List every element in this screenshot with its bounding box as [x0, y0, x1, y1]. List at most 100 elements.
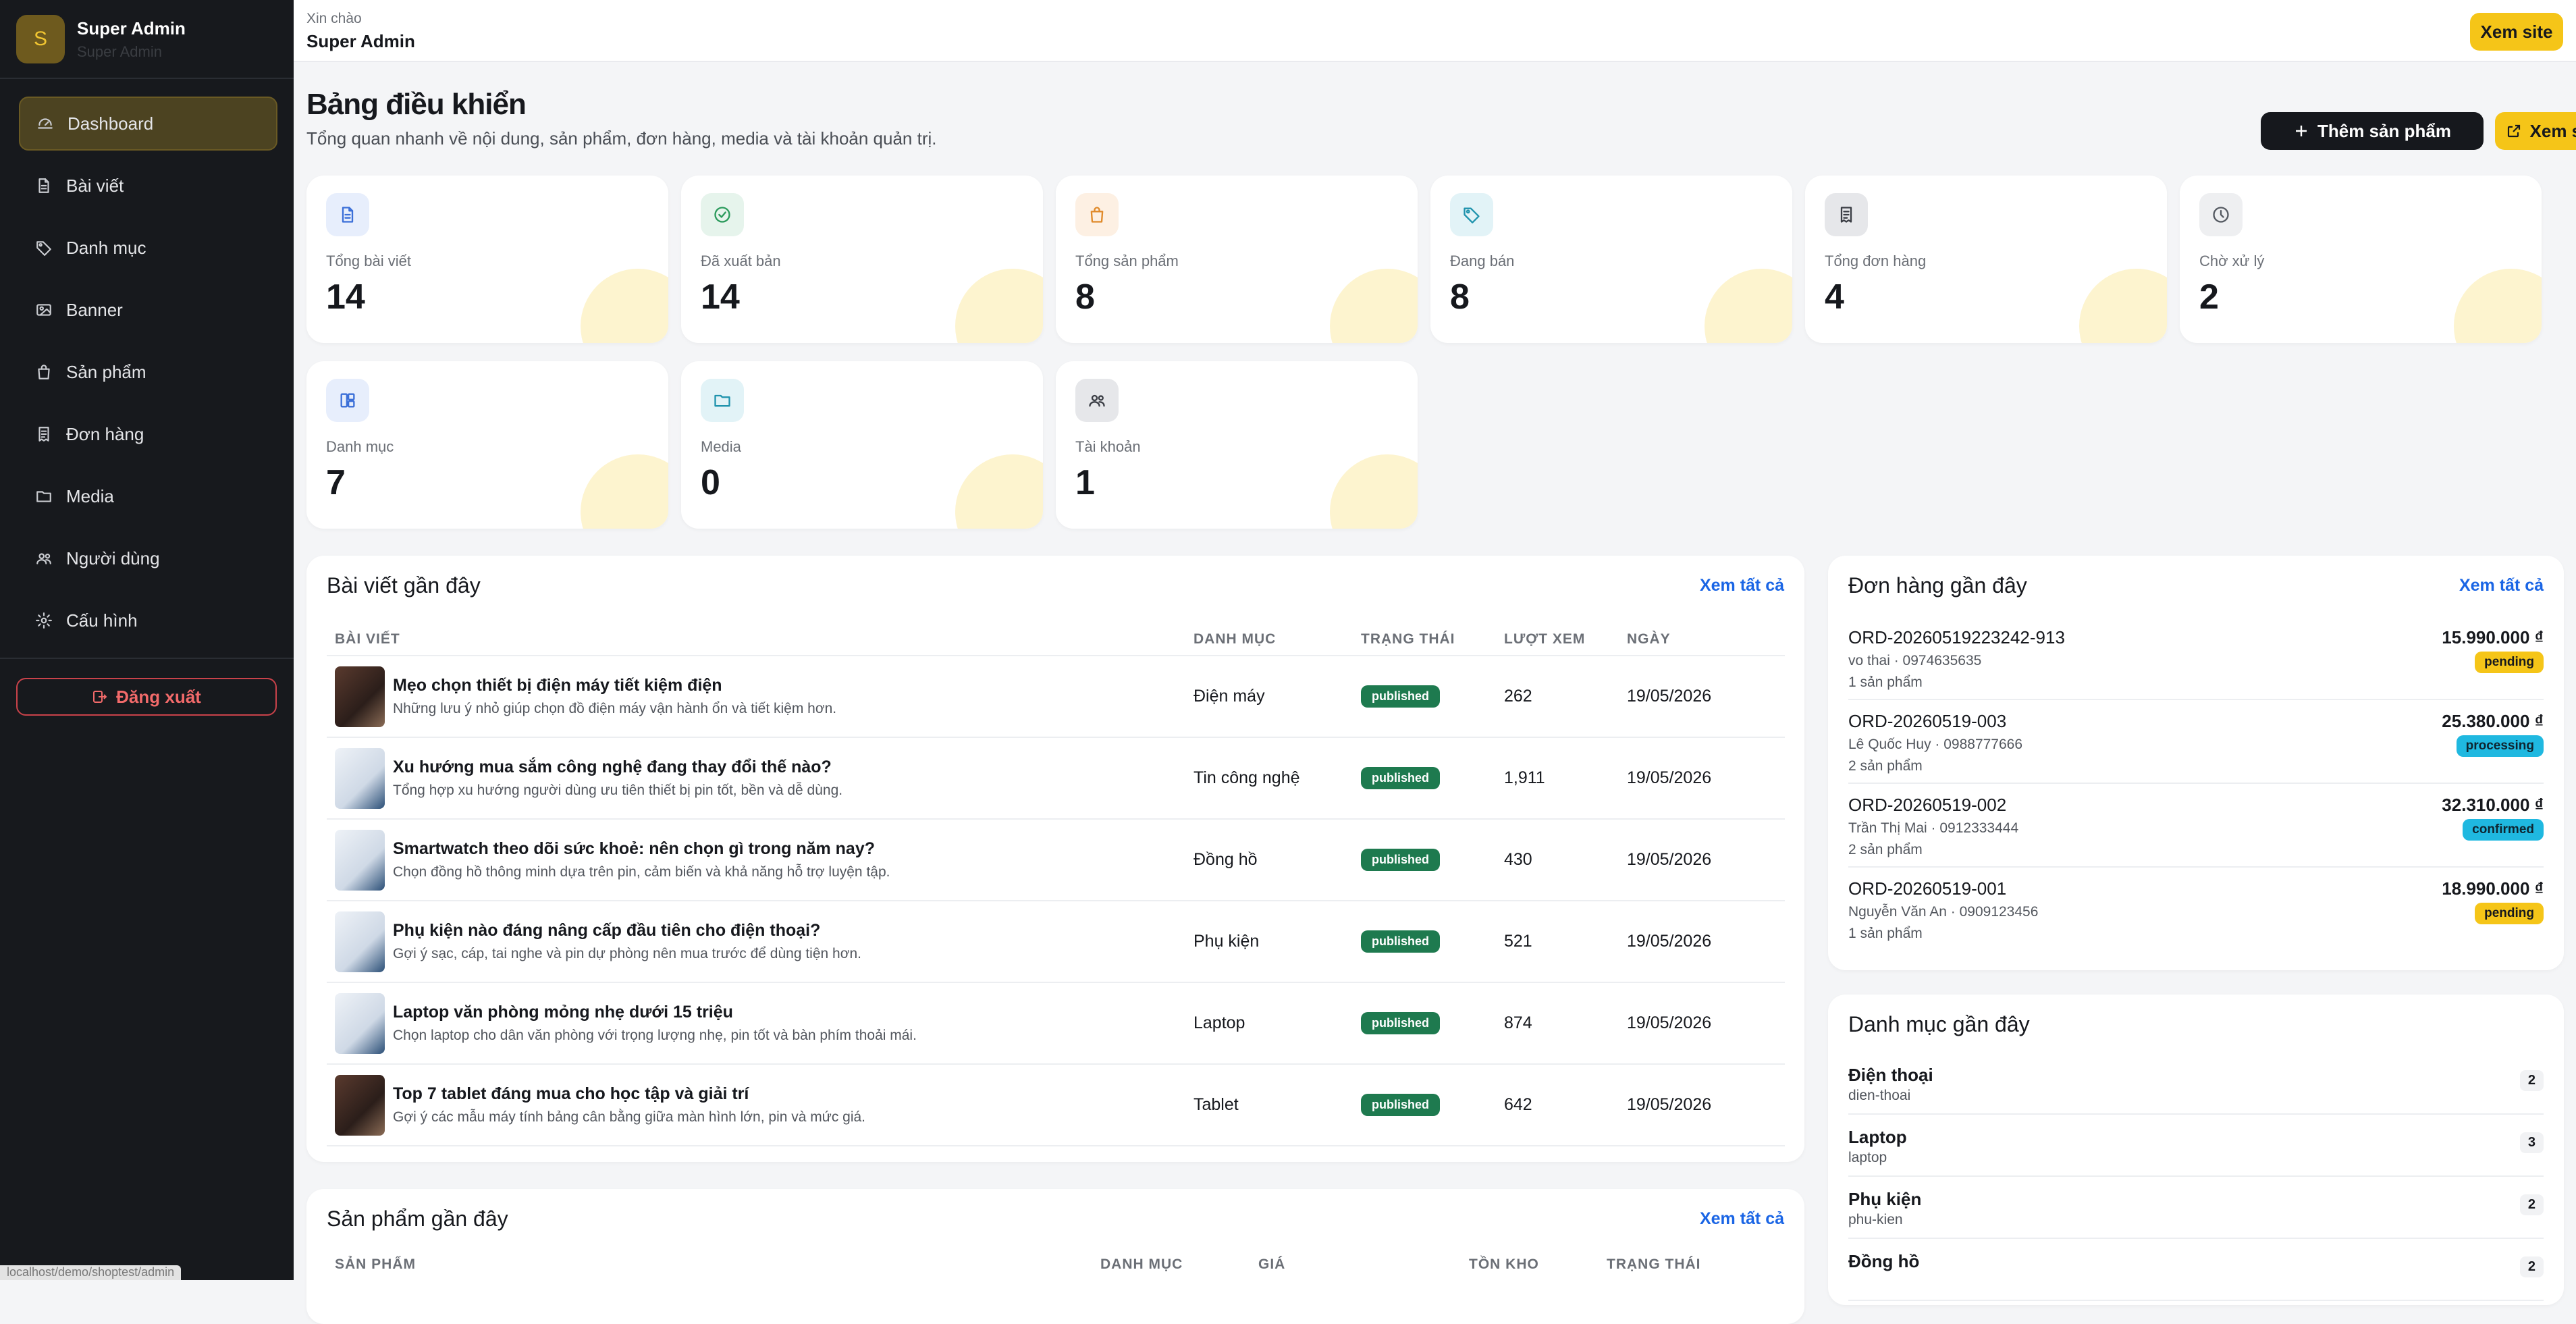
- stat-icon-box: [1075, 379, 1119, 422]
- logout-button[interactable]: Đăng xuất: [16, 678, 277, 716]
- recent-orders-panel: Đơn hàng gần đây Xem tất cả ORD-20260519…: [1828, 556, 2564, 970]
- order-price: 18.990.000 ₫: [2442, 878, 2544, 899]
- image-icon: [34, 300, 54, 320]
- order-id: ORD-20260519-002: [1848, 795, 2007, 815]
- sidebar-item-bag[interactable]: Sản phẩm: [19, 345, 277, 399]
- post-text: Xu hướng mua sắm công nghệ đang thay đổi…: [393, 758, 842, 799]
- post-category: Tablet: [1193, 1064, 1361, 1146]
- table-row[interactable]: Xu hướng mua sắm công nghệ đang thay đổi…: [327, 737, 1785, 820]
- order-item-count: 1 sản phẩm: [1848, 926, 1923, 941]
- decoration: [2079, 269, 2167, 343]
- view-site-label: Xem site: [2529, 120, 2576, 141]
- table-row[interactable]: Smartwatch theo dõi sức khoẻ: nên chọn g…: [327, 819, 1785, 901]
- order-customer: Trần Thị Mai · 0912333444: [1848, 820, 2019, 836]
- sidebar-item-gear[interactable]: Cấu hình: [19, 593, 277, 647]
- post-title[interactable]: Mẹo chọn thiết bị điện máy tiết kiệm điệ…: [393, 676, 836, 695]
- decoration: [955, 454, 1043, 529]
- order-row[interactable]: ORD-20260519-002 Trần Thị Mai · 091233344…: [1848, 784, 2544, 868]
- table-row[interactable]: Laptop văn phòng mỏng nhẹ dưới 15 triệu C…: [327, 982, 1785, 1065]
- image-icon: [36, 304, 51, 316]
- category-slug: phu-kien: [1848, 1212, 1903, 1227]
- document-icon: [342, 207, 354, 223]
- sidebar-item-label: Danh mục: [66, 237, 146, 258]
- decoration: [581, 454, 668, 529]
- category-slug: dien-thoai: [1848, 1088, 1911, 1103]
- folder-icon: [36, 491, 51, 502]
- post-title[interactable]: Smartwatch theo dõi sức khoẻ: nên chọn g…: [393, 839, 890, 859]
- gear-icon: [36, 612, 52, 629]
- stat-card: Đang bán 8: [1430, 176, 1792, 343]
- sidebar-item-dashboard[interactable]: Dashboard: [19, 97, 277, 151]
- stat-label: Tổng bài viết: [326, 253, 411, 269]
- sidebar-item-document[interactable]: Bài viết: [19, 159, 277, 213]
- sidebar-item-receipt[interactable]: Đơn hàng: [19, 407, 277, 461]
- table-row[interactable]: Phụ kiện nào đáng nâng cấp đầu tiên cho …: [327, 901, 1785, 983]
- view-site-button[interactable]: Xem site: [2470, 13, 2563, 51]
- category-row[interactable]: Phụ kiện phu-kien 2: [1848, 1177, 2544, 1239]
- sidebar-item-label: Người dùng: [66, 548, 160, 568]
- sidebar-item-label: Đơn hàng: [66, 423, 144, 444]
- post-title[interactable]: Phụ kiện nào đáng nâng cấp đầu tiên cho …: [393, 921, 861, 941]
- post-date: 19/05/2026: [1627, 737, 1785, 820]
- stat-card: Tổng đơn hàng 4: [1805, 176, 2167, 343]
- post-thumbnail: [335, 911, 385, 972]
- table-row[interactable]: Top 7 tablet đáng mua cho học tập và giả…: [327, 1064, 1785, 1146]
- category-name: Phụ kiện: [1848, 1189, 1922, 1209]
- order-row[interactable]: ORD-20260519223242-913 vo thai · 09746356…: [1848, 616, 2544, 700]
- stat-label: Đang bán: [1450, 253, 1515, 269]
- sidebar-item-image[interactable]: Banner: [19, 283, 277, 337]
- category-row[interactable]: Laptop laptop 3: [1848, 1115, 2544, 1177]
- post-title[interactable]: Top 7 tablet đáng mua cho học tập và giả…: [393, 1084, 865, 1104]
- post-desc: Tổng hợp xu hướng người dùng ưu tiên thi…: [393, 783, 843, 798]
- order-row[interactable]: ORD-20260519-001 Nguyễn Văn An · 09091234…: [1848, 868, 2544, 951]
- stat-card: Tài khoản 1: [1056, 361, 1418, 529]
- sidebar-item-label: Banner: [66, 299, 123, 320]
- tag-icon: [36, 241, 51, 256]
- receipt-icon: [34, 424, 54, 444]
- category-row[interactable]: Điện thoại dien-thoai 2: [1848, 1053, 2544, 1115]
- sidebar-item-tag[interactable]: Danh mục: [19, 221, 277, 275]
- post-title[interactable]: Laptop văn phòng mỏng nhẹ dưới 15 triệu: [393, 1003, 917, 1022]
- post-views: 521: [1504, 901, 1627, 983]
- order-status-badge: pending: [2475, 652, 2544, 673]
- category-count: 3: [2519, 1132, 2544, 1153]
- post-thumbnail: [335, 1074, 385, 1136]
- post-title[interactable]: Xu hướng mua sắm công nghệ đang thay đổi…: [393, 758, 842, 777]
- column-header: TRẠNG THÁI: [1361, 623, 1504, 656]
- view-site-header-button[interactable]: Xem site: [2495, 112, 2576, 150]
- recent-posts-see-all[interactable]: Xem tất cả: [1700, 576, 1784, 595]
- external-link-icon: [2507, 124, 2520, 138]
- post-views: 874: [1504, 982, 1627, 1065]
- status-url: localhost/demo/shoptest/admin: [0, 1265, 182, 1280]
- stat-value: 7: [326, 463, 346, 502]
- sidebar-item-folder[interactable]: Media: [19, 469, 277, 523]
- topbar: Xin chào Super Admin Xem site: [294, 0, 2576, 62]
- category-count: 2: [2519, 1194, 2544, 1215]
- stat-icon-box: [701, 193, 744, 236]
- stat-value: 2: [2199, 277, 2219, 317]
- greeting-name: Super Admin: [306, 31, 415, 51]
- sidebar-item-users[interactable]: Người dùng: [19, 531, 277, 585]
- order-price: 25.380.000 ₫: [2442, 711, 2544, 731]
- recent-products-see-all[interactable]: Xem tất cả: [1700, 1209, 1784, 1229]
- post-category: Laptop: [1193, 982, 1361, 1065]
- post-info: Top 7 tablet đáng mua cho học tập và giả…: [327, 1074, 1193, 1136]
- add-product-label: Thêm sản phẩm: [2317, 120, 2451, 141]
- status-badge: published: [1361, 849, 1440, 871]
- dashboard-icon: [38, 118, 53, 129]
- table-row[interactable]: Mẹo chọn thiết bị điện máy tiết kiệm điệ…: [327, 656, 1785, 738]
- status-badge: published: [1361, 1012, 1440, 1034]
- post-views: 1,911: [1504, 737, 1627, 820]
- posts-table: BÀI VIẾT DANH MỤC TRẠNG THÁI LƯỢT XEM NGÀY M…: [327, 623, 1785, 1146]
- post-cell: Xu hướng mua sắm công nghệ đang thay đổi…: [327, 737, 1193, 820]
- status-badge: published: [1361, 767, 1440, 789]
- category-row[interactable]: Đồng hồ 2: [1848, 1239, 2544, 1301]
- page-title: Bảng điều khiển: [306, 88, 527, 121]
- post-date: 19/05/2026: [1627, 819, 1785, 901]
- add-product-button[interactable]: Thêm sản phẩm: [2261, 112, 2484, 150]
- order-row[interactable]: ORD-20260519-003 Lê Quốc Huy · 0988777666…: [1848, 700, 2544, 784]
- recent-orders-see-all[interactable]: Xem tất cả: [2459, 576, 2544, 595]
- column-header: NGÀY: [1627, 623, 1785, 656]
- status-badge: published: [1361, 685, 1440, 708]
- stat-icon-box: [1825, 193, 1868, 236]
